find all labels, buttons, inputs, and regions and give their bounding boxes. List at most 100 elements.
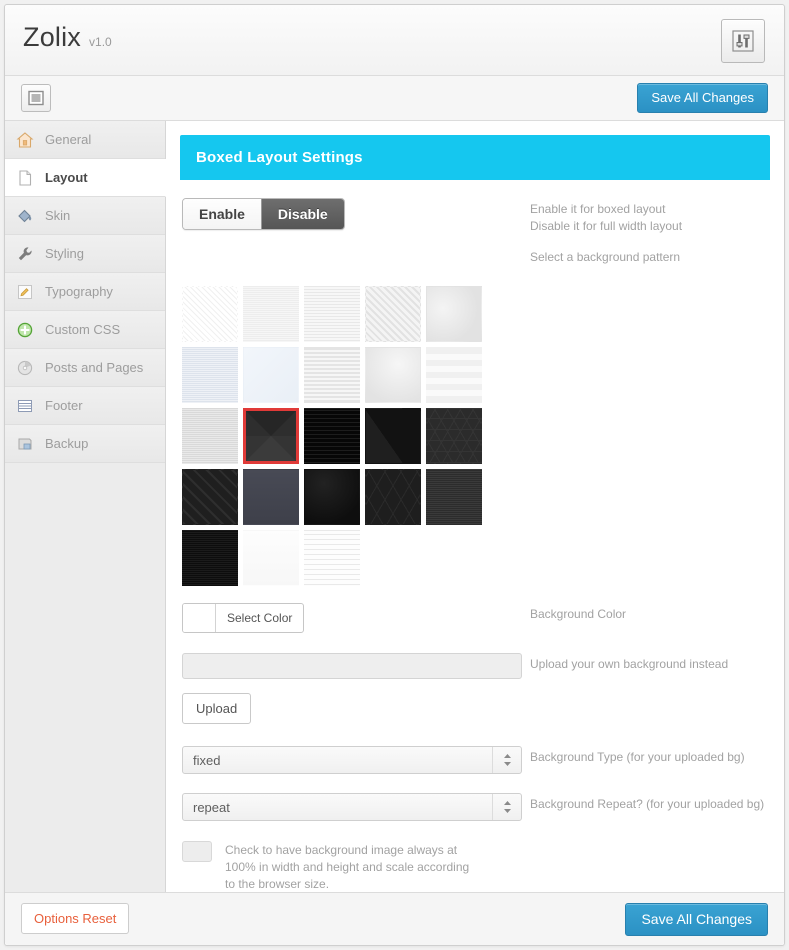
toggle-hint-line2: Disable it for full width layout — [530, 219, 683, 233]
select-color-button[interactable]: Select Color — [182, 603, 305, 633]
lines-icon — [15, 396, 35, 416]
sidebar-item-footer[interactable]: Footer — [5, 387, 165, 425]
save-all-changes-button-bottom[interactable]: Save All Changes — [625, 903, 768, 936]
pattern-swatch-dark-diagonal[interactable] — [365, 408, 421, 464]
fullscreen-checkbox[interactable] — [182, 841, 212, 862]
enable-disable-toggle[interactable]: Enable Disable — [182, 198, 345, 230]
panel-body: Enable Disable Enable it for boxed layou… — [180, 180, 770, 892]
fullscreen-line3: to the browser size. — [225, 877, 330, 891]
boxed-layout-toggle-cell: Enable Disable — [182, 198, 530, 230]
pattern-swatch-noise-light-1[interactable] — [243, 286, 299, 342]
sidebar-item-label: General — [45, 132, 92, 147]
main-body: General Layout Skin Styling Typography C… — [5, 121, 784, 892]
background-type-hint: Background Type (for your uploaded bg) — [530, 750, 745, 764]
sidebar-item-label: Footer — [45, 398, 83, 413]
plus-circle-icon — [15, 320, 35, 340]
pattern-swatch-dark-chevrons[interactable] — [182, 469, 238, 525]
pattern-swatch-diagonal-hairline-light[interactable] — [182, 286, 238, 342]
brand-name: Zolix — [23, 22, 82, 52]
sidebar-item-typography[interactable]: Typography — [5, 273, 165, 311]
pattern-swatch-diagonal-stripes-gray[interactable] — [365, 286, 421, 342]
pattern-swatch-dark-grid[interactable] — [304, 408, 360, 464]
paint-bucket-icon — [15, 206, 35, 226]
upload-button-row: Upload — [182, 693, 768, 724]
sidebar-item-label: Posts and Pages — [45, 360, 144, 375]
background-pattern-grid[interactable] — [182, 286, 494, 591]
fullscreen-line1: Check to have background image always at — [225, 843, 458, 857]
upload-path-input[interactable] — [182, 653, 522, 679]
background-type-select[interactable]: fixed — [182, 746, 522, 774]
background-color-hint: Background Color — [530, 607, 627, 621]
background-repeat-select[interactable]: repeat — [182, 793, 522, 821]
upload-field-row: Upload your own background instead — [182, 653, 768, 679]
app-header: Zolix v1.0 — [5, 5, 784, 76]
toggle-hint-line1: Enable it for boxed layout — [530, 202, 666, 216]
pattern-swatch-noise-silver[interactable] — [182, 408, 238, 464]
options-panel-window: Zolix v1.0 Save All Changes General Layo… — [4, 4, 785, 946]
background-repeat-cell: repeat — [182, 793, 530, 821]
wrench-icon — [15, 244, 35, 264]
pattern-swatch-dark-denim[interactable] — [426, 469, 482, 525]
boxed-layout-toggle-row: Enable Disable Enable it for boxed layou… — [182, 198, 768, 266]
sidebar-item-styling[interactable]: Styling — [5, 235, 165, 273]
sidebar-item-general[interactable]: General — [5, 121, 165, 159]
options-reset-button[interactable]: Options Reset — [21, 903, 130, 934]
brand-version: v1.0 — [89, 35, 112, 49]
upload-button-cell: Upload — [182, 693, 530, 724]
background-repeat-row: repeat Background Repeat? (for your uplo… — [182, 793, 768, 821]
pattern-swatch-dark-cubes[interactable] — [426, 408, 482, 464]
background-repeat-value: repeat — [193, 799, 230, 815]
fullscreen-check-label: Check to have background image always at… — [225, 841, 469, 892]
sidebar-item-label: Styling — [45, 246, 85, 261]
pattern-swatch-white-graph-grid[interactable] — [304, 530, 360, 586]
sidebar: General Layout Skin Styling Typography C… — [5, 121, 166, 892]
chevron-updown-icon[interactable] — [492, 747, 521, 773]
pattern-hint: Select a background pattern — [530, 250, 681, 264]
sidebar-item-layout[interactable]: Layout — [5, 159, 166, 197]
footer-bar: Options Reset Save All Changes — [5, 892, 784, 945]
pattern-swatch-white-plain[interactable] — [243, 530, 299, 586]
disc-icon — [15, 358, 35, 378]
pattern-swatch-noise-blue-light[interactable] — [182, 347, 238, 403]
fullscreen-check-row: Check to have background image always at… — [182, 841, 768, 892]
page-title: Boxed Layout Settings — [180, 135, 770, 180]
background-color-row: Select Color Background Color — [182, 603, 768, 637]
pattern-swatch-grunge-light[interactable] — [365, 347, 421, 403]
pencil-icon — [15, 282, 35, 302]
pattern-swatch-slate-plain[interactable] — [243, 469, 299, 525]
sidebar-item-skin[interactable]: Skin — [5, 197, 165, 235]
page-icon — [15, 168, 35, 188]
toolbar: Save All Changes — [5, 76, 784, 121]
sliders-icon[interactable] — [721, 19, 765, 63]
pattern-swatch-dark-smudge[interactable] — [304, 469, 360, 525]
sidebar-item-label: Custom CSS — [45, 322, 121, 337]
sidebar-item-backup[interactable]: Backup — [5, 425, 165, 463]
chevron-updown-icon[interactable] — [492, 794, 521, 820]
upload-field-cell — [182, 653, 530, 679]
brand: Zolix v1.0 — [23, 22, 112, 53]
pattern-swatch-black-noise[interactable] — [182, 530, 238, 586]
enable-option[interactable]: Enable — [183, 199, 261, 229]
pattern-swatch-grid-noise-light[interactable] — [304, 286, 360, 342]
pattern-swatch-checker-light[interactable] — [304, 347, 360, 403]
background-type-cell: fixed — [182, 746, 530, 774]
pattern-swatch-concrete-light[interactable] — [426, 286, 482, 342]
save-all-changes-button-top[interactable]: Save All Changes — [637, 83, 768, 113]
pattern-swatch-dark-triangles[interactable] — [243, 408, 299, 464]
color-swatch[interactable] — [183, 604, 216, 632]
sidebar-item-label: Typography — [45, 284, 113, 299]
disable-option[interactable]: Disable — [260, 199, 344, 229]
layout-box-icon[interactable] — [21, 84, 51, 112]
sidebar-item-label: Layout — [45, 170, 88, 185]
sidebar-item-label: Backup — [45, 436, 89, 451]
settings-content: Boxed Layout Settings Enable Disable Ena… — [166, 121, 784, 892]
pattern-swatch-paper-bluewhite[interactable] — [243, 347, 299, 403]
select-color-label: Select Color — [227, 611, 293, 625]
pattern-swatch-squares-faint[interactable] — [426, 347, 482, 403]
pattern-swatch-dark-hexagons[interactable] — [365, 469, 421, 525]
background-color-cell: Select Color — [182, 603, 530, 637]
toggle-hint: Enable it for boxed layout Disable it fo… — [530, 198, 682, 266]
upload-button[interactable]: Upload — [182, 693, 252, 724]
sidebar-item-custom-css[interactable]: Custom CSS — [5, 311, 165, 349]
sidebar-item-posts-and-pages[interactable]: Posts and Pages — [5, 349, 165, 387]
